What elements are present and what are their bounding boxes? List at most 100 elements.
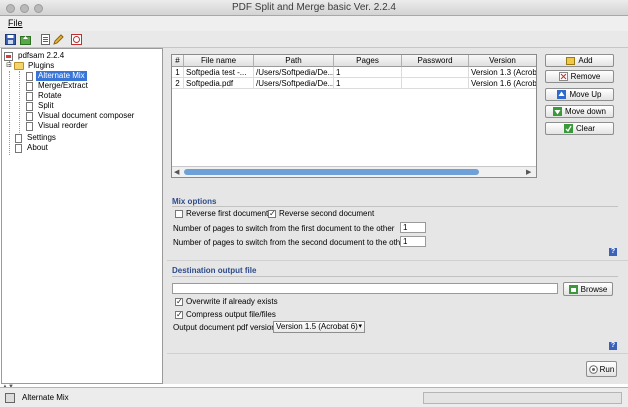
remove-button[interactable]: Remove: [545, 70, 614, 83]
checkbox-box[interactable]: [268, 209, 276, 218]
reverse-first-checkbox[interactable]: Reverse first document: [175, 209, 268, 218]
tree-item-rotate[interactable]: Rotate: [26, 91, 64, 101]
browse-button[interactable]: Browse: [563, 282, 613, 296]
section-divider: [167, 353, 628, 354]
plugin-tree: pdfsam 2.2.4 ⊟ Plugins Alternate Mix Mer…: [1, 48, 163, 384]
tree-item-merge-extract[interactable]: Merge/Extract: [26, 81, 90, 91]
document-icon: [26, 121, 33, 131]
toolbar: [0, 31, 628, 48]
table-cell-index[interactable]: 2: [172, 78, 184, 89]
move-up-button[interactable]: Move Up: [545, 88, 614, 101]
document-icon: [26, 91, 33, 101]
clear-icon: [563, 124, 573, 133]
tree-plugins-folder[interactable]: ⊟ Plugins: [5, 61, 56, 71]
table-horizontal-scrollbar[interactable]: ◀ ▶: [172, 166, 536, 177]
column-header-path[interactable]: Path: [254, 55, 334, 67]
move-down-button[interactable]: Move down: [545, 105, 614, 118]
run-button[interactable]: Run: [586, 361, 617, 377]
load-icon[interactable]: [19, 33, 31, 45]
switch-second-input[interactable]: 1: [400, 236, 426, 247]
scrollbar-thumb[interactable]: [184, 169, 479, 175]
scroll-left-icon[interactable]: ◀: [174, 168, 179, 176]
pdfsam-icon: [4, 51, 13, 61]
status-bar: Alternate Mix: [0, 387, 628, 407]
switch-first-input[interactable]: 1: [400, 222, 426, 233]
title-bar: PDF Split and Merge basic Ver. 2.2.4: [0, 0, 628, 16]
overwrite-checkbox[interactable]: Overwrite if already exists: [175, 297, 278, 306]
tree-connector: [19, 71, 20, 135]
tree-item-split[interactable]: Split: [26, 101, 56, 111]
column-header-version[interactable]: Version: [469, 55, 536, 67]
tree-item-visual-reorder[interactable]: Visual reorder: [26, 121, 90, 131]
settings-icon[interactable]: [70, 33, 82, 45]
pdf-icon[interactable]: [39, 33, 51, 45]
status-text: Alternate Mix: [22, 393, 69, 402]
tree-connector: [9, 71, 10, 155]
document-icon: [26, 71, 33, 81]
run-icon: [588, 364, 598, 374]
column-header-password[interactable]: Password: [402, 55, 469, 67]
scroll-right-icon[interactable]: ▶: [526, 168, 531, 176]
status-plugin-icon: [5, 393, 15, 403]
arrow-down-icon: [553, 107, 563, 116]
menu-file[interactable]: File: [8, 18, 23, 28]
reverse-second-checkbox[interactable]: Reverse second document: [268, 209, 374, 218]
dropdown-caret-icon: ▾: [358, 323, 362, 330]
table-cell-password[interactable]: [402, 67, 469, 78]
table-cell-path[interactable]: /Users/Softpedia/De...: [254, 67, 334, 78]
table-cell-path[interactable]: /Users/Softpedia/De...: [254, 78, 334, 89]
edit-icon[interactable]: [52, 33, 64, 45]
tree-item-settings[interactable]: Settings: [15, 133, 58, 143]
table-cell-pages[interactable]: 1: [334, 78, 402, 89]
add-button[interactable]: Add: [545, 54, 614, 67]
document-icon: [26, 101, 33, 111]
status-progress-field: [423, 392, 622, 404]
table-cell-password[interactable]: [402, 78, 469, 89]
tree-item-alternate-mix[interactable]: Alternate Mix: [26, 71, 87, 81]
table-cell-index[interactable]: 1: [172, 67, 184, 78]
checkbox-box[interactable]: [175, 297, 183, 306]
compress-checkbox[interactable]: Compress output file/files: [175, 310, 276, 319]
section-divider: [172, 206, 618, 207]
switch-first-label: Number of pages to switch from the first…: [173, 224, 395, 233]
column-header-index[interactable]: #: [172, 55, 184, 67]
document-icon: [26, 81, 33, 91]
folder-icon: [568, 284, 578, 294]
tree-root[interactable]: pdfsam 2.2.4: [4, 51, 66, 61]
column-header-file-name[interactable]: File name: [184, 55, 254, 67]
checkbox-box[interactable]: [175, 209, 183, 218]
document-icon: [15, 143, 22, 153]
mix-options-title: Mix options: [172, 197, 217, 206]
document-icon: [26, 111, 33, 121]
pdf-version-label: Output document pdf version:: [173, 323, 278, 332]
menu-bar: File: [0, 16, 628, 31]
folder-open-icon: [14, 62, 24, 70]
tree-item-about[interactable]: About: [15, 143, 50, 153]
section-divider: [172, 276, 618, 277]
arrow-up-icon: [557, 90, 567, 99]
destination-title: Destination output file: [172, 266, 257, 275]
add-icon: [566, 56, 576, 65]
column-header-pages[interactable]: Pages: [334, 55, 402, 67]
destination-help-icon[interactable]: ?: [609, 342, 617, 350]
table-cell-version[interactable]: Version 1.3 (Acrobat...: [469, 67, 536, 78]
tree-item-visual-document-composer[interactable]: Visual document composer: [26, 111, 136, 121]
table-cell-pages[interactable]: 1: [334, 67, 402, 78]
checkbox-box[interactable]: [175, 310, 183, 319]
section-divider: [167, 260, 628, 261]
destination-path-input[interactable]: [172, 283, 558, 294]
table-cell-file-name[interactable]: Softpedia.pdf: [184, 78, 254, 89]
expand-toggle-icon[interactable]: ⊟: [5, 61, 13, 71]
file-table[interactable]: # File name Path Pages Password Version …: [171, 54, 537, 178]
switch-second-label: Number of pages to switch from the secon…: [173, 238, 408, 247]
mix-options-help-icon[interactable]: ?: [609, 248, 617, 256]
clear-button[interactable]: Clear: [545, 122, 614, 135]
table-cell-version[interactable]: Version 1.6 (Acrobat...: [469, 78, 536, 89]
pdf-version-select[interactable]: Version 1.5 (Acrobat 6) ▾: [273, 321, 365, 333]
document-icon: [15, 133, 22, 143]
table-cell-file-name[interactable]: Softpedia test -...: [184, 67, 254, 78]
save-icon[interactable]: [4, 33, 16, 45]
remove-icon: [558, 72, 568, 81]
alternate-mix-panel: # File name Path Pages Password Version …: [167, 48, 628, 384]
window-title: PDF Split and Merge basic Ver. 2.2.4: [232, 2, 396, 13]
